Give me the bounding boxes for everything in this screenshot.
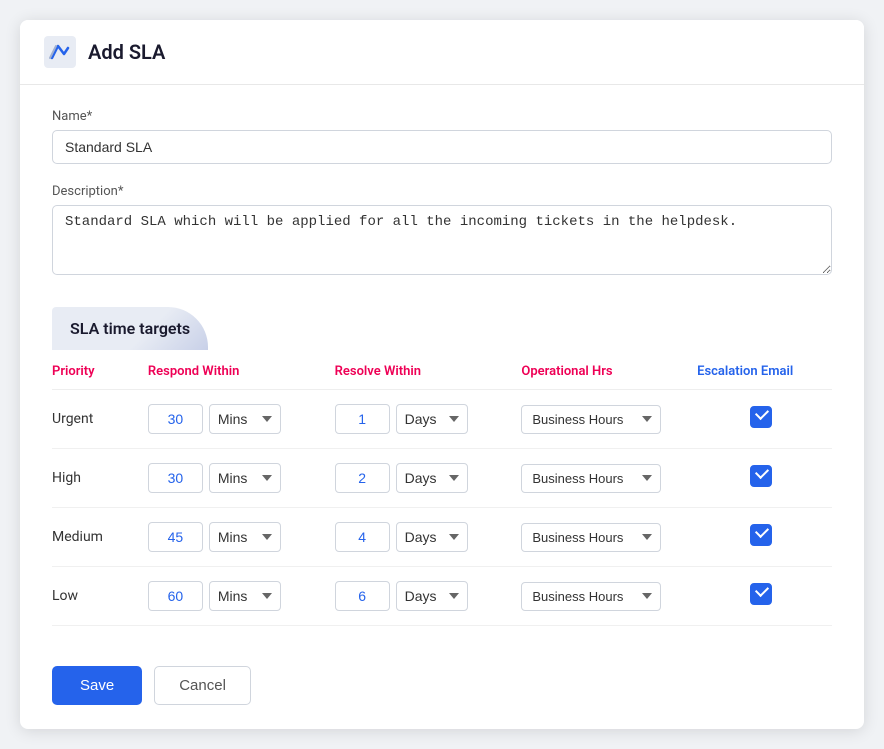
- table-row: Low MinsHoursDays MinsHoursDays Business Ho…: [52, 567, 832, 626]
- respond-unit-select-0[interactable]: MinsHoursDays: [209, 404, 281, 434]
- col-priority: Priority: [52, 350, 140, 390]
- col-respond: Respond Within: [140, 350, 327, 390]
- resolve-cell-3: MinsHoursDays: [327, 567, 514, 626]
- col-ops: Operational Hrs: [513, 350, 689, 390]
- resolve-unit-select-2[interactable]: MinsHoursDays: [396, 522, 468, 552]
- escalation-checkbox-3[interactable]: [750, 583, 772, 605]
- modal-body: Name* Description* SLA time targets Prio…: [20, 85, 864, 650]
- ops-select-3[interactable]: Business HoursCalendar Hours24/7: [521, 582, 661, 611]
- resolve-unit-select-0[interactable]: MinsHoursDays: [396, 404, 468, 434]
- resolve-value-input-0[interactable]: [335, 404, 390, 434]
- escalation-cell-2: [689, 508, 832, 567]
- resolve-unit-select-1[interactable]: MinsHoursDays: [396, 463, 468, 493]
- sla-section: SLA time targets Priority Respond Within…: [52, 307, 832, 626]
- resolve-cell-0: MinsHoursDays: [327, 390, 514, 449]
- modal-footer: Save Cancel: [20, 650, 864, 729]
- logo-icon: [44, 36, 76, 68]
- escalation-checkbox-1[interactable]: [750, 465, 772, 487]
- priority-cell-3: Low: [52, 567, 140, 626]
- name-label: Name*: [52, 109, 832, 124]
- ops-cell-2: Business HoursCalendar Hours24/7: [513, 508, 689, 567]
- resolve-value-input-1[interactable]: [335, 463, 390, 493]
- escalation-cell-0: [689, 390, 832, 449]
- name-group: Name*: [52, 109, 832, 164]
- table-row: Urgent MinsHoursDays MinsHoursDays Business…: [52, 390, 832, 449]
- page-title: Add SLA: [88, 40, 165, 64]
- priority-cell-1: High: [52, 449, 140, 508]
- table-row: High MinsHoursDays MinsHoursDays Business H…: [52, 449, 832, 508]
- sla-table: Priority Respond Within Resolve Within O…: [52, 350, 832, 626]
- resolve-cell-2: MinsHoursDays: [327, 508, 514, 567]
- ops-select-0[interactable]: Business HoursCalendar Hours24/7: [521, 405, 661, 434]
- respond-cell-1: MinsHoursDays: [140, 449, 327, 508]
- respond-value-input-3[interactable]: [148, 581, 203, 611]
- col-escalation: Escalation Email: [689, 350, 832, 390]
- add-sla-modal: Add SLA Name* Description* SLA time targ…: [20, 20, 864, 729]
- cancel-button[interactable]: Cancel: [154, 666, 251, 705]
- respond-value-input-2[interactable]: [148, 522, 203, 552]
- escalation-checkbox-0[interactable]: [750, 406, 772, 428]
- escalation-cell-1: [689, 449, 832, 508]
- save-button[interactable]: Save: [52, 666, 142, 705]
- sla-section-header: SLA time targets: [52, 307, 208, 350]
- respond-value-input-1[interactable]: [148, 463, 203, 493]
- description-label: Description*: [52, 184, 832, 199]
- sla-section-title: SLA time targets: [70, 319, 190, 338]
- ops-cell-3: Business HoursCalendar Hours24/7: [513, 567, 689, 626]
- respond-cell-3: MinsHoursDays: [140, 567, 327, 626]
- resolve-unit-select-3[interactable]: MinsHoursDays: [396, 581, 468, 611]
- ops-cell-1: Business HoursCalendar Hours24/7: [513, 449, 689, 508]
- respond-value-input-0[interactable]: [148, 404, 203, 434]
- ops-select-1[interactable]: Business HoursCalendar Hours24/7: [521, 464, 661, 493]
- respond-unit-select-2[interactable]: MinsHoursDays: [209, 522, 281, 552]
- resolve-value-input-3[interactable]: [335, 581, 390, 611]
- escalation-cell-3: [689, 567, 832, 626]
- modal-header: Add SLA: [20, 20, 864, 85]
- respond-cell-0: MinsHoursDays: [140, 390, 327, 449]
- description-group: Description*: [52, 184, 832, 279]
- col-resolve: Resolve Within: [327, 350, 514, 390]
- table-row: Medium MinsHoursDays MinsHoursDays Business…: [52, 508, 832, 567]
- respond-cell-2: MinsHoursDays: [140, 508, 327, 567]
- ops-select-2[interactable]: Business HoursCalendar Hours24/7: [521, 523, 661, 552]
- priority-cell-2: Medium: [52, 508, 140, 567]
- escalation-checkbox-2[interactable]: [750, 524, 772, 546]
- respond-unit-select-3[interactable]: MinsHoursDays: [209, 581, 281, 611]
- priority-cell-0: Urgent: [52, 390, 140, 449]
- resolve-value-input-2[interactable]: [335, 522, 390, 552]
- respond-unit-select-1[interactable]: MinsHoursDays: [209, 463, 281, 493]
- table-header-row: Priority Respond Within Resolve Within O…: [52, 350, 832, 390]
- name-input[interactable]: [52, 130, 832, 164]
- ops-cell-0: Business HoursCalendar Hours24/7: [513, 390, 689, 449]
- resolve-cell-1: MinsHoursDays: [327, 449, 514, 508]
- description-input[interactable]: [52, 205, 832, 275]
